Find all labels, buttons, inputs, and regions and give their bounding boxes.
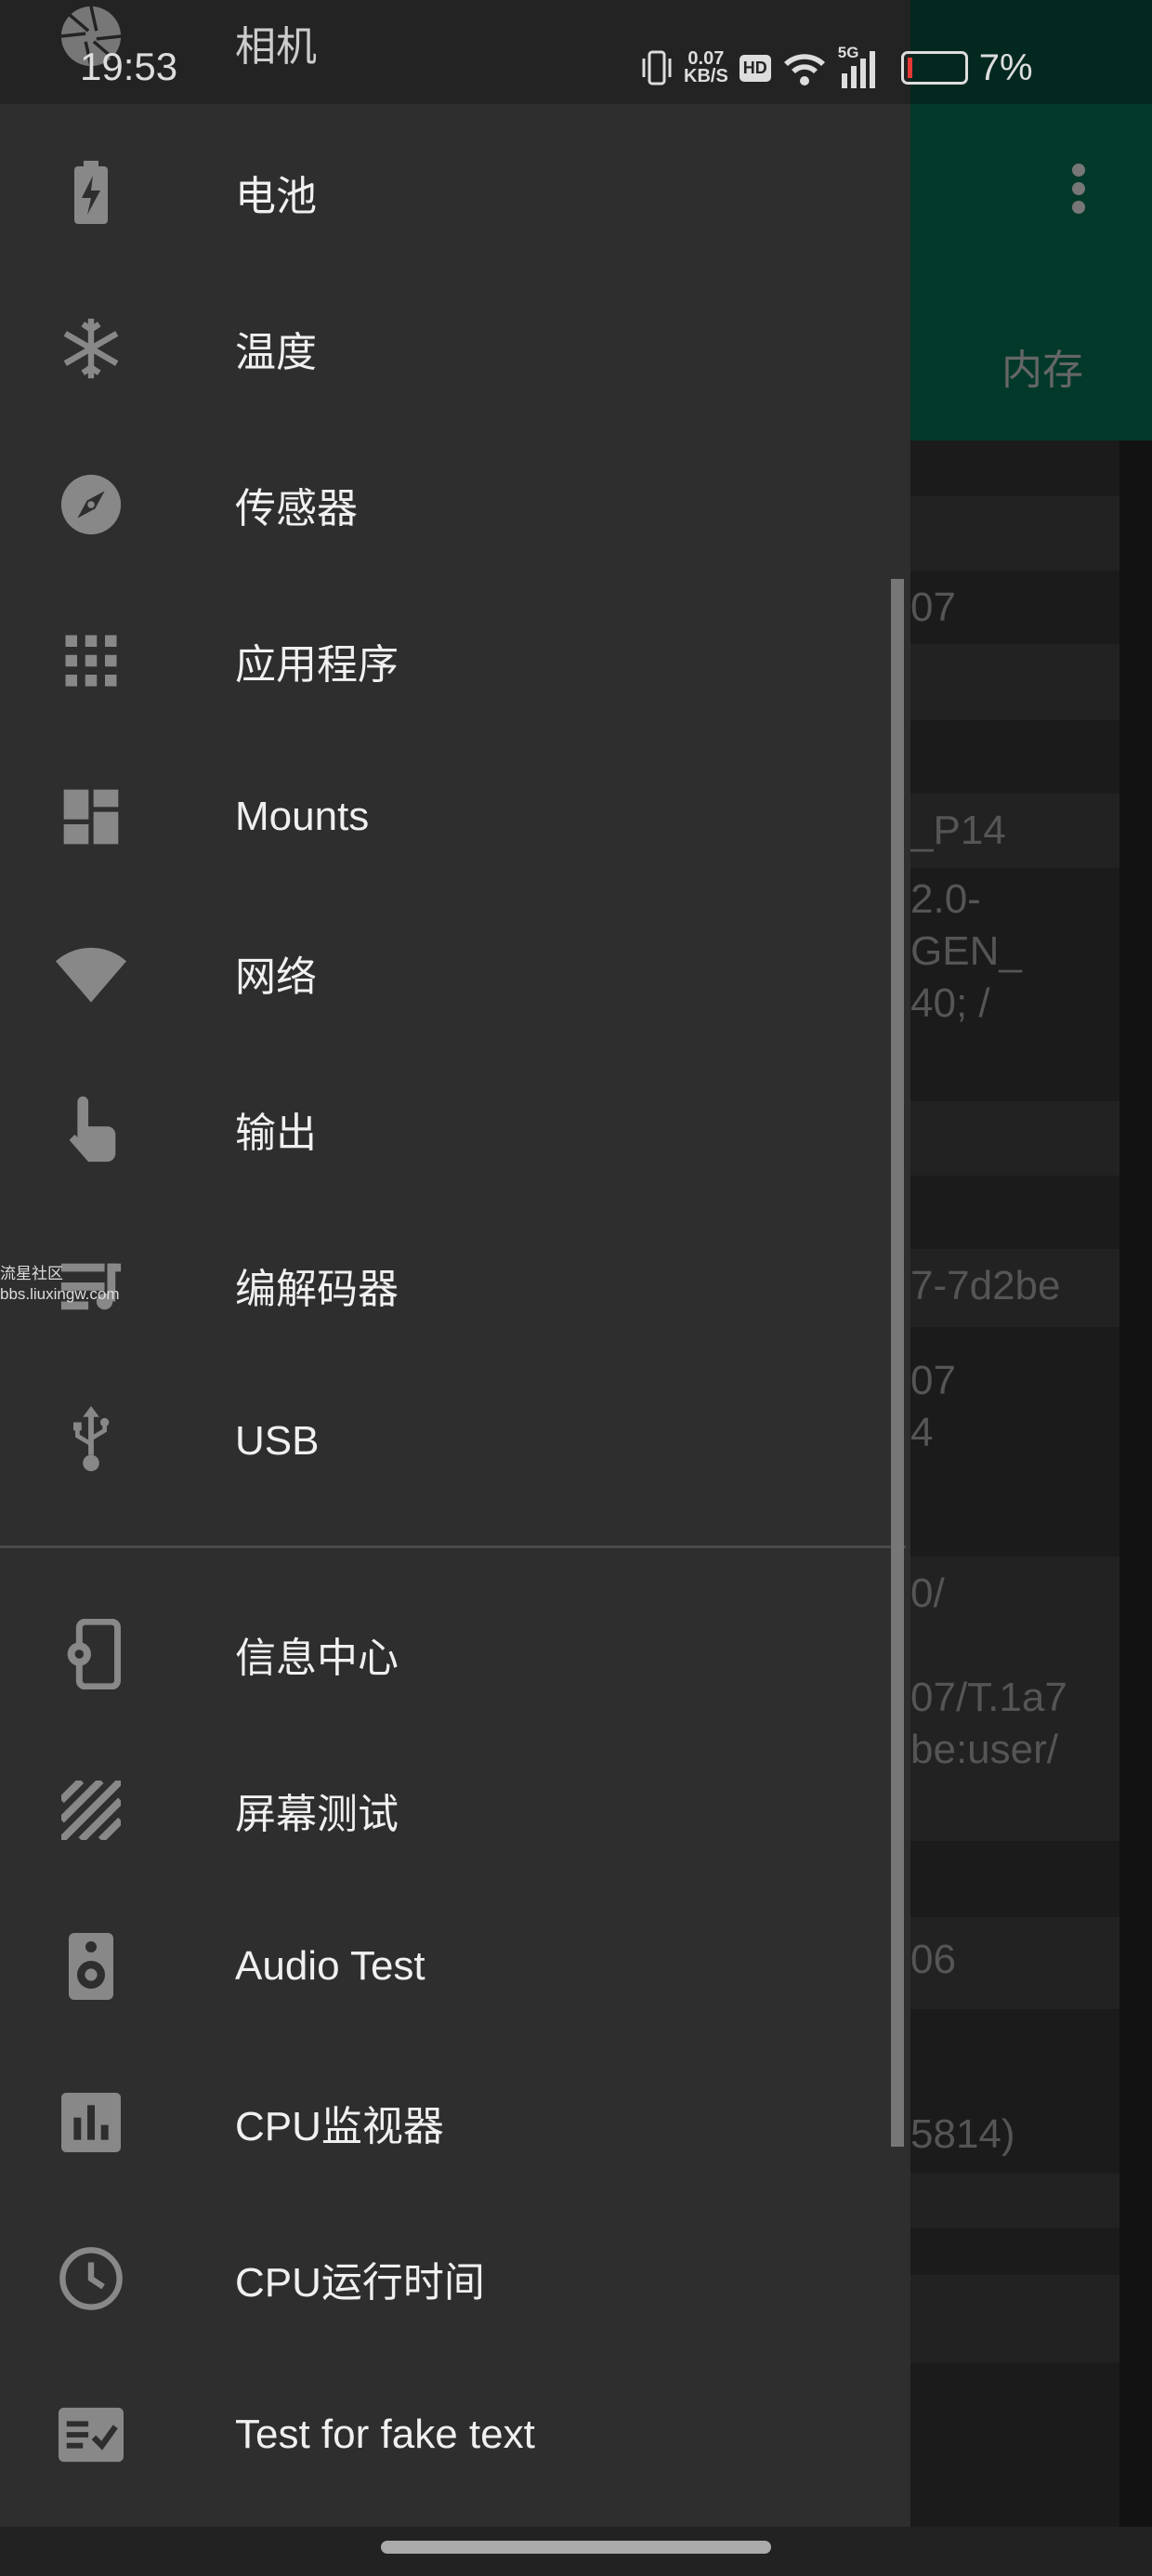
drawer-divider bbox=[0, 1545, 906, 1548]
drawer-item-fake-text-test[interactable]: Test for fake text bbox=[0, 2357, 892, 2513]
battery-percent: 7% bbox=[978, 46, 1033, 88]
list-row bbox=[910, 2174, 1119, 2228]
compass-icon bbox=[56, 469, 126, 540]
clock-icon bbox=[56, 2243, 126, 2314]
drawer-item-sensors[interactable]: 传感器 bbox=[0, 427, 892, 583]
drawer-item-label: 输出 bbox=[235, 1111, 317, 1156]
drawer-item-label: 编解码器 bbox=[235, 1267, 399, 1312]
drawer-item-output[interactable]: 输出 bbox=[0, 1051, 892, 1207]
drawer-item-usb[interactable]: USB bbox=[0, 1363, 892, 1519]
list-row: 06 bbox=[910, 1917, 1119, 2009]
tab-memory[interactable]: 内存 bbox=[1001, 336, 1083, 396]
status-icons: 0.07 KB/S HD 5G 7% bbox=[641, 44, 1033, 89]
signal-type: 5G bbox=[837, 44, 859, 61]
cell-signal-icon: 5G bbox=[837, 44, 881, 88]
drawer-item-info-center[interactable]: 信息中心 bbox=[0, 1576, 892, 1732]
navigation-drawer: 电池 温度 传感器 应用程序 Mounts 网络 输出 编解码器 USB 信息中… bbox=[0, 104, 910, 2527]
battery-status-icon bbox=[900, 51, 968, 85]
drawer-item-label: 温度 bbox=[235, 330, 317, 375]
drawer-item-codecs[interactable]: 编解码器 bbox=[0, 1207, 892, 1363]
drawer-item-label: Mounts bbox=[235, 794, 370, 839]
drawer-item-mounts[interactable]: Mounts bbox=[0, 739, 892, 895]
drawer-item-label: 电池 bbox=[235, 174, 317, 219]
background-edge bbox=[1119, 440, 1152, 2527]
list-row bbox=[910, 440, 1119, 496]
list-row bbox=[910, 644, 1119, 720]
more-vert-icon[interactable] bbox=[1072, 164, 1087, 219]
drawer-item-network[interactable]: 网络 bbox=[0, 895, 892, 1051]
background-content: 07 _P14 2.0- GEN_ 40; / 7-7d2be 07 4 0/ … bbox=[910, 440, 1119, 2527]
list-row: 07 4 bbox=[910, 1327, 1119, 1557]
list-row: 2.0- GEN_ 40; / bbox=[910, 868, 1119, 1101]
watermark-line1: 流星社区 bbox=[0, 1265, 63, 1282]
list-row: 5814) bbox=[910, 2088, 1119, 2174]
drawer-item-label: CPU监视器 bbox=[235, 2104, 444, 2149]
drawer-item-apps[interactable]: 应用程序 bbox=[0, 583, 892, 739]
drawer-item-label: 应用程序 bbox=[235, 642, 399, 688]
list-row bbox=[910, 2362, 1119, 2527]
drawer-item-label: 屏幕测试 bbox=[235, 1792, 399, 1837]
drawer-item-label: CPU运行时间 bbox=[235, 2260, 485, 2306]
watermark-line2: bbs.liuxingw.com bbox=[0, 1285, 120, 1303]
drawer-scrollbar[interactable] bbox=[891, 579, 904, 2147]
status-bar: 19:53 相机 0.07 KB/S HD 5G 7% bbox=[0, 0, 1152, 104]
wifi-status-icon bbox=[783, 54, 825, 85]
list-row bbox=[910, 2009, 1119, 2088]
app-bar: 内存 bbox=[910, 104, 1152, 440]
bar-chart-icon bbox=[56, 2087, 126, 2158]
list-row bbox=[910, 2275, 1119, 2362]
hd-badge: HD bbox=[739, 54, 771, 82]
touch-icon bbox=[56, 1094, 126, 1164]
drawer-item-cpu-monitor[interactable]: CPU监视器 bbox=[0, 2044, 892, 2201]
list-row bbox=[910, 1176, 1119, 1249]
stripes-icon bbox=[56, 1775, 126, 1846]
device-settings-icon bbox=[56, 1619, 126, 1689]
wifi-icon bbox=[56, 938, 126, 1008]
status-time: 19:53 bbox=[80, 45, 178, 88]
drawer-item-screen-test[interactable]: 屏幕测试 bbox=[0, 1732, 892, 1888]
list-row: 07 bbox=[910, 571, 1119, 644]
list-row bbox=[910, 1101, 1119, 1176]
apps-grid-icon bbox=[56, 625, 126, 696]
list-row: _P14 bbox=[910, 794, 1119, 868]
vibrate-icon bbox=[642, 50, 672, 85]
checklist-icon bbox=[56, 2399, 126, 2470]
list-row: 7-7d2be bbox=[910, 1249, 1119, 1327]
drawer-item-label: 传感器 bbox=[235, 486, 358, 532]
snowflake-icon bbox=[56, 313, 126, 384]
drawer-item-label: Test for fake text bbox=[235, 2412, 535, 2457]
list-row: 0/ 07/T.1a7 be:user/ bbox=[910, 1557, 1119, 1841]
net-speed-unit: KB/S bbox=[684, 66, 728, 86]
list-row bbox=[910, 720, 1119, 794]
list-row bbox=[910, 2228, 1119, 2275]
notification-app-name: 相机 bbox=[235, 24, 317, 70]
drawer-item-battery[interactable]: 电池 bbox=[0, 114, 892, 270]
list-row bbox=[910, 496, 1119, 571]
dashboard-icon bbox=[56, 782, 126, 852]
gesture-handle[interactable] bbox=[381, 2541, 771, 2554]
list-row bbox=[910, 1841, 1119, 1917]
speaker-icon bbox=[56, 1931, 126, 2002]
watermark: 流星社区 bbs.liuxingw.com bbox=[0, 1264, 120, 1305]
usb-icon bbox=[56, 1406, 126, 1477]
drawer-item-temperature[interactable]: 温度 bbox=[0, 270, 892, 427]
drawer-item-label: Audio Test bbox=[235, 1943, 425, 1989]
net-speed: 0.07 KB/S bbox=[684, 49, 728, 86]
drawer-item-label: USB bbox=[235, 1418, 320, 1464]
drawer-item-label: 网络 bbox=[235, 954, 317, 1000]
drawer-item-audio-test[interactable]: Audio Test bbox=[0, 1888, 892, 2044]
battery-icon bbox=[56, 157, 126, 228]
drawer-item-cpu-uptime[interactable]: CPU运行时间 bbox=[0, 2201, 892, 2357]
drawer-item-label: 信息中心 bbox=[235, 1636, 399, 1681]
